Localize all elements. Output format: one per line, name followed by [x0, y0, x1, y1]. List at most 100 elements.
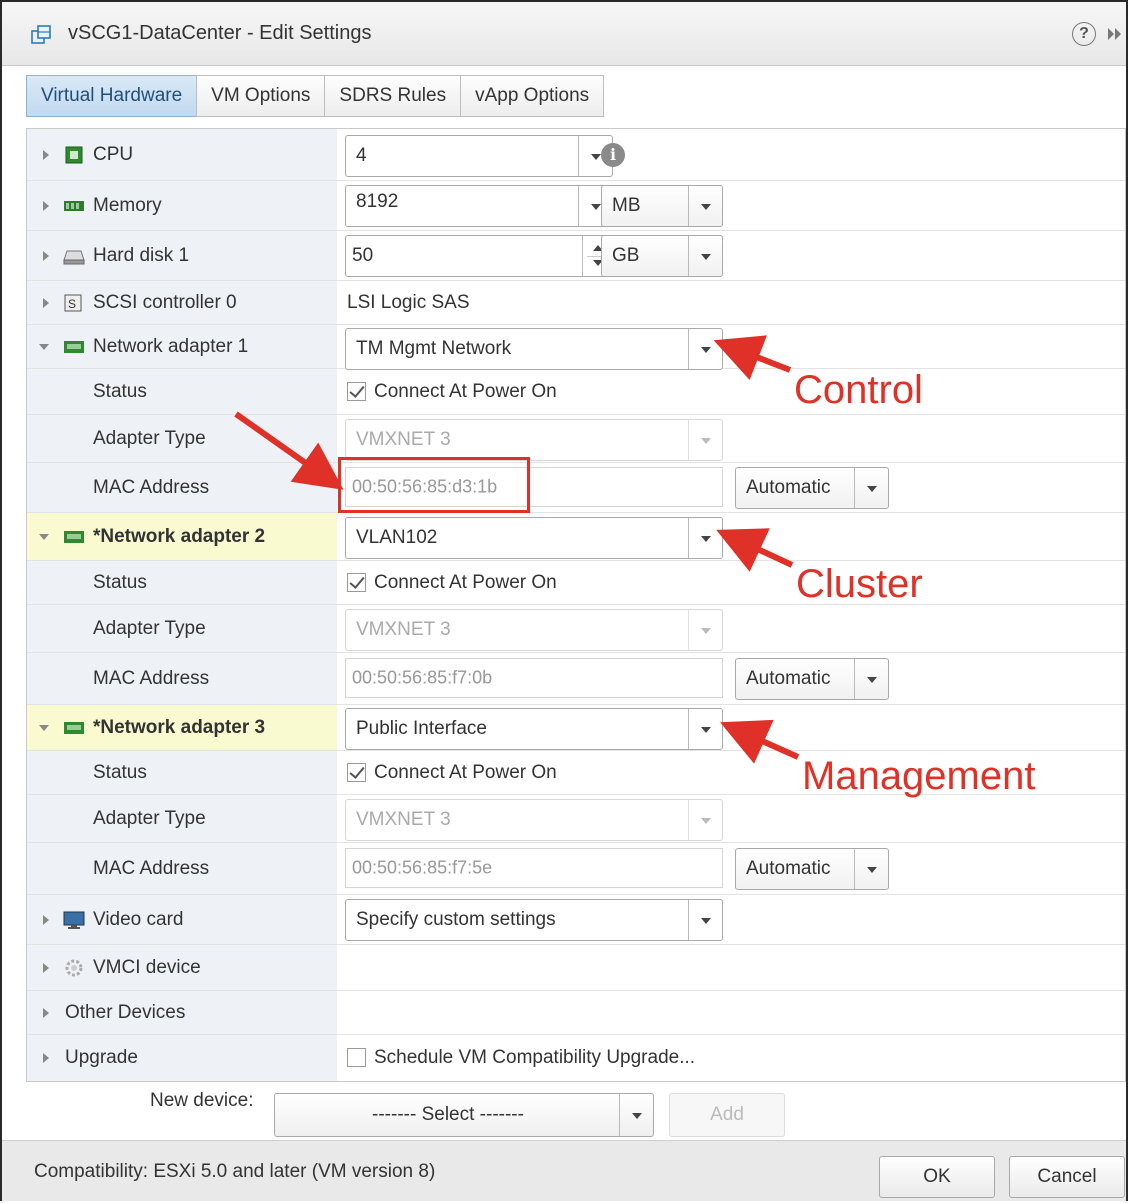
- expand-toggle[interactable]: [43, 250, 49, 261]
- add-device-button[interactable]: Add: [669, 1093, 785, 1137]
- scsi-row: S SCSI controller 0 LSI Logic SAS: [27, 281, 1125, 325]
- hard-disk-row: Hard disk 1 50 GB: [27, 231, 1125, 281]
- tab-vapp-options[interactable]: vApp Options: [460, 75, 605, 117]
- network-adapter-icon: [64, 340, 84, 353]
- network-adapter-2-label: *Network adapter 2: [93, 525, 266, 547]
- connect-at-power-on-checkbox[interactable]: [347, 762, 366, 782]
- hard-disk-label: Hard disk 1: [93, 244, 190, 266]
- mac-address-row: MAC Address 00:50:56:85:f7:5e Automatic: [27, 843, 1125, 895]
- mac-address-row: MAC Address 00:50:56:85:d3:1b Automatic: [27, 463, 1125, 513]
- tab-virtual-hardware[interactable]: Virtual Hardware: [26, 75, 197, 117]
- upgrade-row: Upgrade Schedule VM Compatibility Upgrad…: [27, 1035, 1125, 1081]
- expand-toggle[interactable]: [43, 149, 49, 160]
- mac-address-field[interactable]: 00:50:56:85:f7:0b: [345, 658, 723, 698]
- adapter-type-select: VMXNET 3: [345, 609, 723, 651]
- video-card-row: Video card Specify custom settings: [27, 895, 1125, 945]
- hard-disk-size-stepper[interactable]: 50: [345, 235, 613, 277]
- memory-icon: [64, 200, 84, 211]
- mac-highlight-box: [338, 457, 530, 513]
- expand-toggle[interactable]: [43, 914, 49, 925]
- adapter-type-select: VMXNET 3: [345, 799, 723, 841]
- upgrade-label: Upgrade: [65, 1047, 138, 1068]
- other-devices-row: Other Devices: [27, 991, 1125, 1035]
- adapter-type-select: VMXNET 3: [345, 419, 723, 461]
- compatibility-text: Compatibility: ESXi 5.0 and later (VM ve…: [34, 1161, 436, 1182]
- scsi-icon: S: [64, 294, 82, 311]
- connect-at-power-on-checkbox[interactable]: [347, 572, 366, 592]
- title-bar: vSCG1-DataCenter - Edit Settings ?: [2, 2, 1126, 66]
- cpu-row: CPU 4 i: [27, 129, 1125, 181]
- expand-toggle[interactable]: [43, 200, 49, 211]
- network-adapter-2-select[interactable]: VLAN102: [345, 517, 723, 559]
- chevron-down-icon[interactable]: [688, 186, 722, 226]
- mac-mode-select[interactable]: Automatic: [735, 848, 889, 890]
- chevron-down-icon[interactable]: [688, 329, 722, 369]
- mac-address-row: MAC Address 00:50:56:85:f7:0b Automatic: [27, 653, 1125, 705]
- expand-toggle[interactable]: [43, 1053, 49, 1063]
- edit-settings-dialog: vSCG1-DataCenter - Edit Settings ? Virtu…: [0, 0, 1128, 1201]
- expand-toggle[interactable]: [43, 1007, 49, 1018]
- annotation-control: Control: [794, 368, 923, 412]
- expand-toggle[interactable]: [43, 297, 49, 308]
- help-icon[interactable]: ?: [1072, 22, 1096, 46]
- chevron-down-icon[interactable]: [854, 468, 888, 508]
- chevron-down-icon[interactable]: [688, 518, 722, 558]
- memory-input[interactable]: 8192: [345, 185, 613, 227]
- hard-disk-unit-select[interactable]: GB: [601, 235, 723, 277]
- adapter-type-row: Adapter Type VMXNET 3: [27, 795, 1125, 843]
- schedule-upgrade-checkbox[interactable]: [347, 1048, 366, 1067]
- chevron-down-icon[interactable]: [619, 1094, 653, 1136]
- network-adapter-3-row: *Network adapter 3 Public Interface: [27, 705, 1125, 751]
- scsi-value: LSI Logic SAS: [347, 291, 470, 313]
- chevron-down-icon[interactable]: [688, 709, 722, 749]
- vmci-label: VMCI device: [93, 956, 201, 978]
- dialog-footer: Compatibility: ESXi 5.0 and later (VM ve…: [2, 1140, 1126, 1201]
- expand-icon[interactable]: [1106, 24, 1126, 44]
- cpu-icon: [65, 146, 83, 163]
- memory-unit-select[interactable]: MB: [601, 185, 723, 227]
- cpu-select[interactable]: 4: [345, 135, 613, 177]
- network-adapter-3-select[interactable]: Public Interface: [345, 708, 723, 750]
- network-adapter-icon: [64, 721, 84, 734]
- cancel-button[interactable]: Cancel: [1009, 1156, 1125, 1198]
- vmci-icon: [65, 959, 83, 976]
- network-adapter-icon: [64, 530, 84, 543]
- memory-label: Memory: [93, 194, 162, 216]
- adapter-type-row: Adapter Type VMXNET 3: [27, 605, 1125, 653]
- mac-address-field[interactable]: 00:50:56:85:f7:5e: [345, 848, 723, 888]
- collapse-toggle[interactable]: [39, 724, 49, 731]
- tab-bar: Virtual Hardware VM Options SDRS Rules v…: [26, 75, 605, 119]
- chevron-down-icon[interactable]: [854, 849, 888, 889]
- network-adapter-1-select[interactable]: TM Mgmt Network: [345, 328, 723, 370]
- vmci-row: VMCI device: [27, 945, 1125, 991]
- chevron-down-icon[interactable]: [854, 659, 888, 699]
- mac-mode-select[interactable]: Automatic: [735, 658, 889, 700]
- video-card-label: Video card: [93, 908, 184, 930]
- ok-button[interactable]: OK: [879, 1156, 995, 1198]
- collapse-toggle[interactable]: [39, 533, 49, 540]
- vm-icon: [31, 25, 51, 44]
- mac-mode-select[interactable]: Automatic: [735, 467, 889, 509]
- collapse-toggle[interactable]: [39, 343, 49, 350]
- annotation-management: Management: [802, 754, 1036, 798]
- adapter-type-row: Adapter Type VMXNET 3: [27, 415, 1125, 463]
- chevron-down-icon[interactable]: [688, 236, 722, 276]
- tab-sdrs-rules[interactable]: SDRS Rules: [324, 75, 461, 117]
- hard-disk-icon: [63, 250, 85, 264]
- status-row: Status Connect At Power On: [27, 561, 1125, 605]
- new-device-select[interactable]: ------- Select -------: [274, 1093, 654, 1137]
- network-adapter-1-row: Network adapter 1 TM Mgmt Network: [27, 325, 1125, 370]
- video-card-icon: [63, 911, 85, 929]
- video-card-select[interactable]: Specify custom settings: [345, 899, 723, 941]
- svg-text:S: S: [68, 297, 76, 311]
- new-device-label: New device:: [150, 1090, 254, 1111]
- virtual-hardware-grid: CPU 4 i Memory 8192 MB Hard disk 1 50 GB: [26, 128, 1126, 1082]
- info-icon[interactable]: i: [601, 142, 625, 167]
- status-row: Status Connect At Power On: [27, 369, 1125, 415]
- tab-vm-options[interactable]: VM Options: [196, 75, 325, 117]
- chevron-down-icon[interactable]: [688, 900, 722, 940]
- expand-toggle[interactable]: [43, 962, 49, 973]
- connect-at-power-on-checkbox[interactable]: [347, 381, 366, 401]
- memory-row: Memory 8192 MB: [27, 181, 1125, 231]
- cpu-label: CPU: [93, 143, 134, 165]
